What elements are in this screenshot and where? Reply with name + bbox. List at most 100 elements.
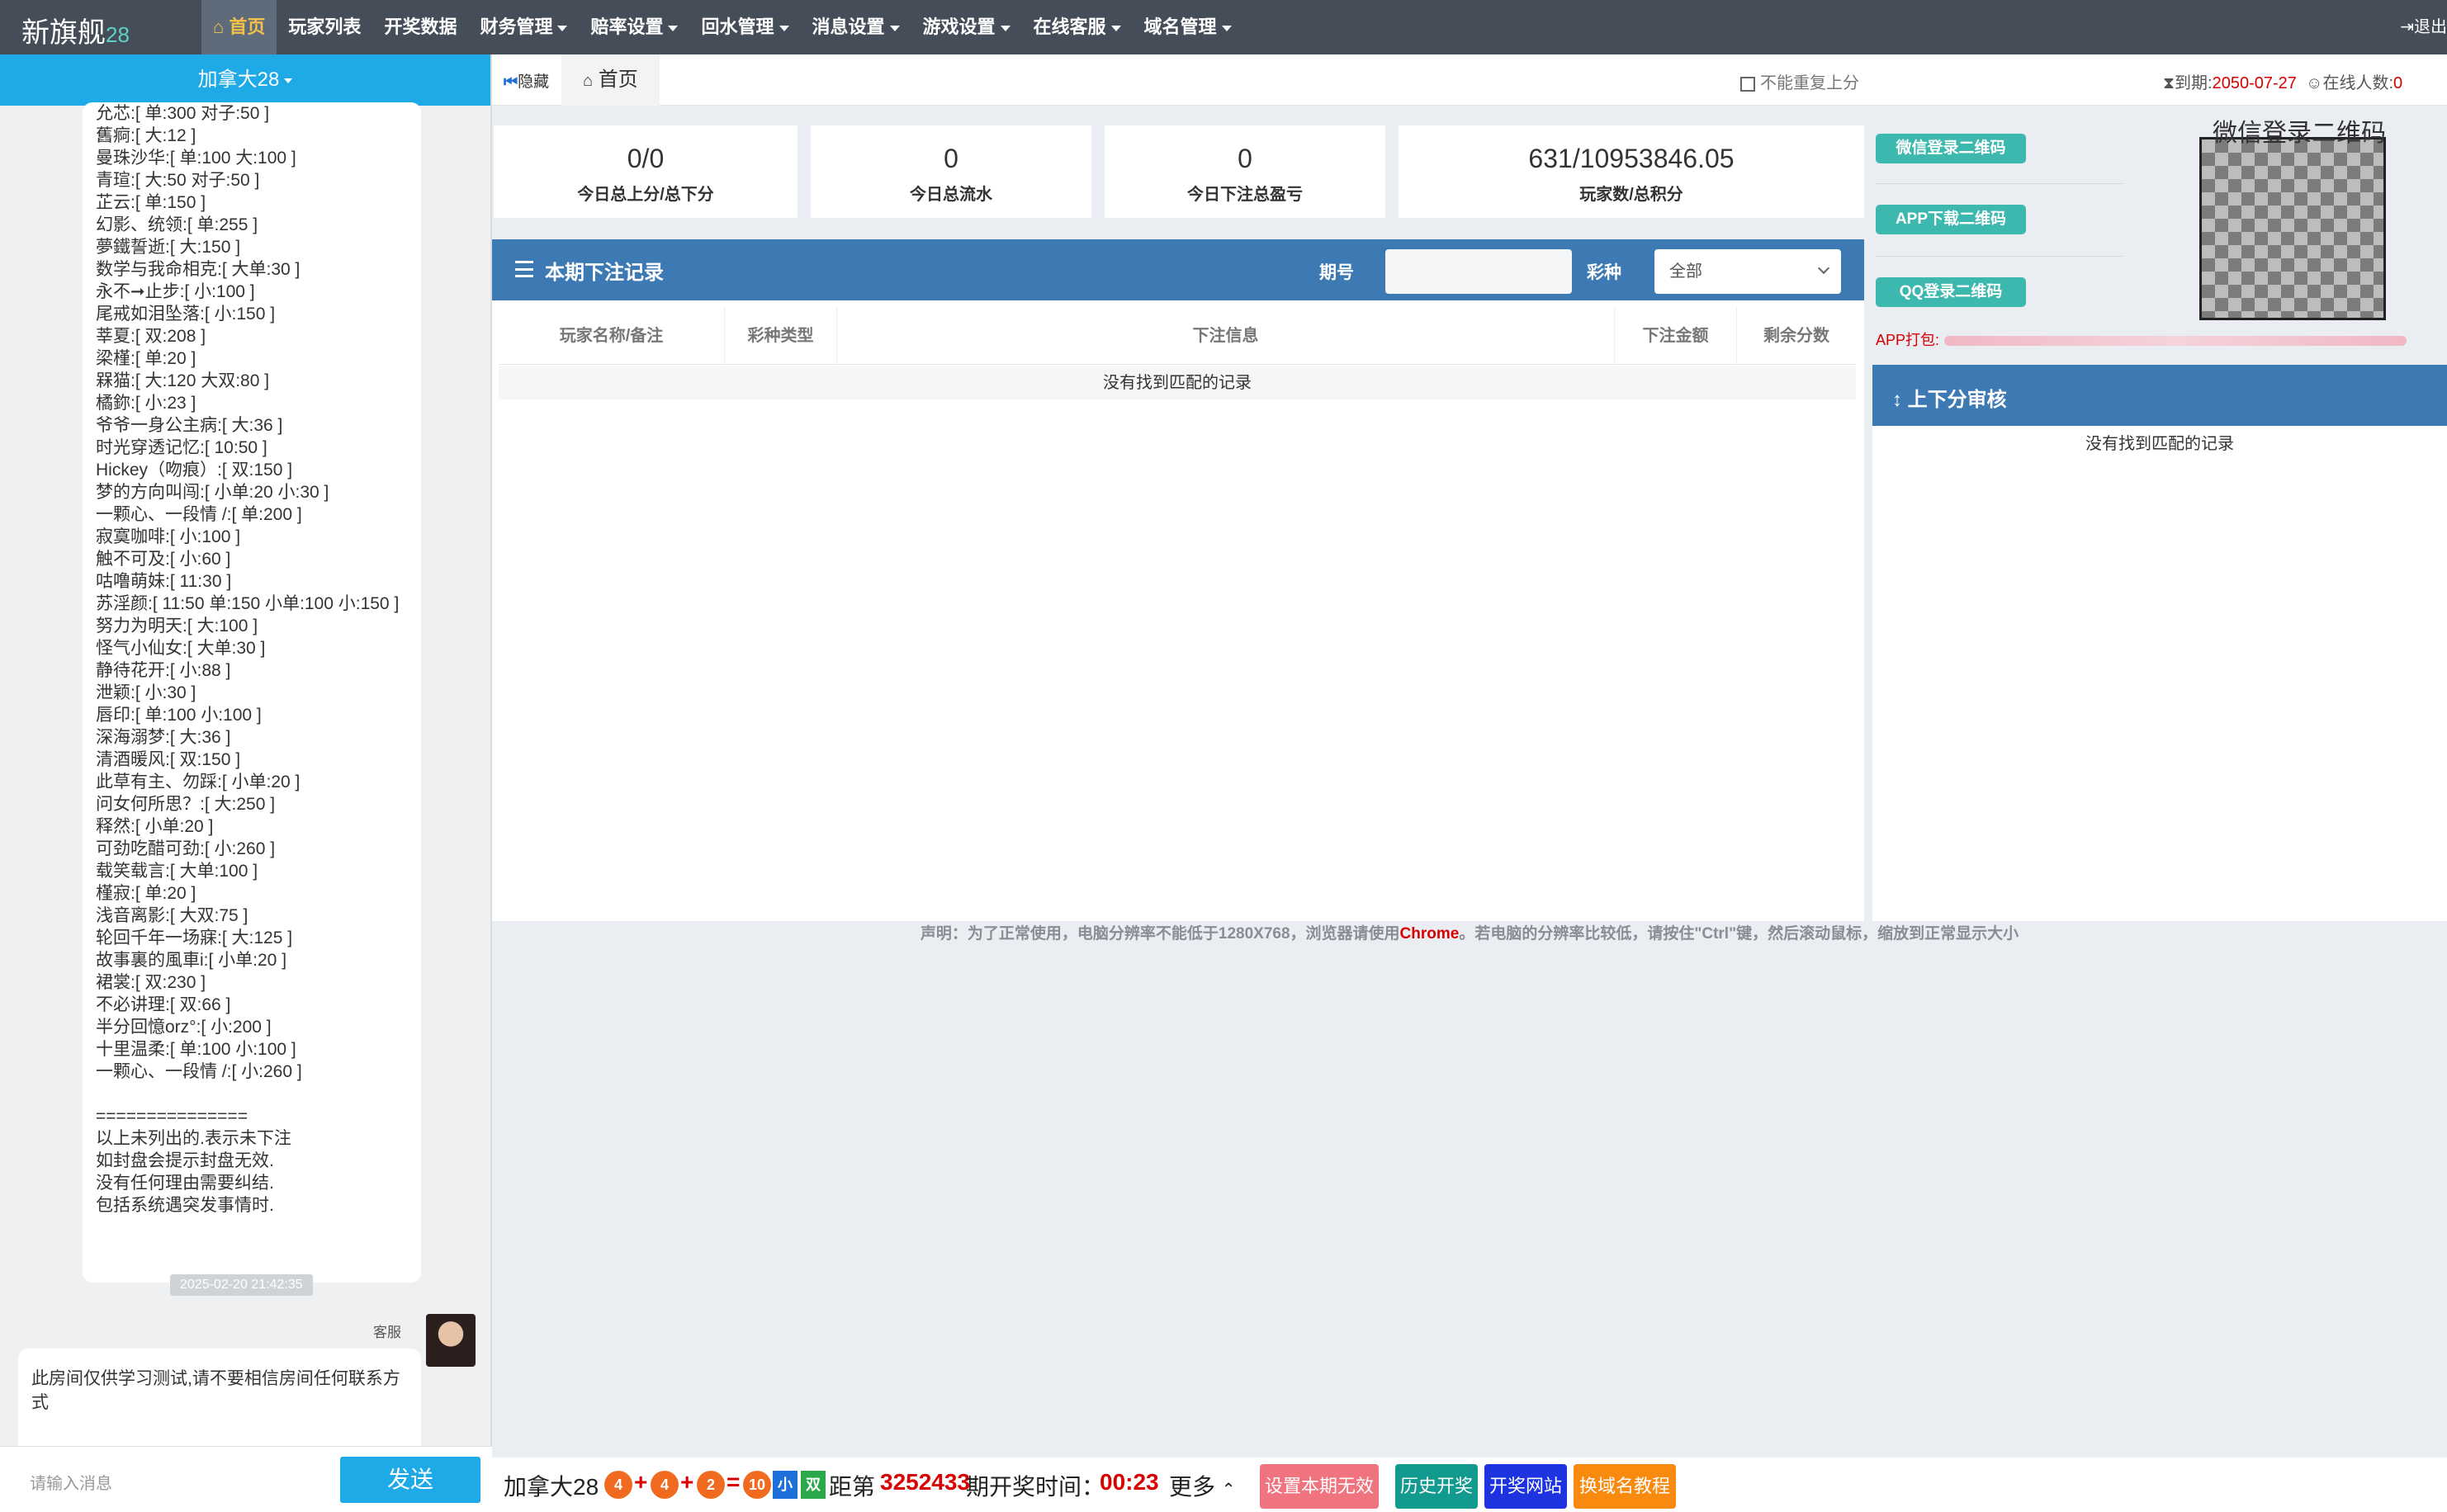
room-name: 加拿大28 bbox=[197, 69, 280, 91]
qq-qr-button[interactable]: QQ登录二维码 bbox=[1876, 277, 2026, 307]
browser-notice: 声明：为了正常使用，电脑分辨率不能低于1280X768，浏览器请使用Chrome… bbox=[492, 919, 2447, 949]
caret-down-icon bbox=[1110, 25, 1121, 31]
logout-link[interactable]: ⇥退出 bbox=[2400, 0, 2447, 54]
bet-line: 如封盘会提示封盘无效. bbox=[96, 1151, 274, 1170]
online-label: 在线人数: bbox=[2322, 74, 2394, 92]
column-remaining[interactable]: 剩余分数 bbox=[1737, 307, 1856, 365]
caret-down-icon bbox=[668, 25, 679, 31]
bet-line: 包括系统遇突发事情时. bbox=[96, 1196, 274, 1215]
column-player[interactable]: 玩家名称/备注 bbox=[499, 307, 725, 365]
bet-records-title: 本期下注记录 bbox=[545, 262, 664, 284]
room-selector[interactable]: 加拿大28 bbox=[0, 54, 490, 106]
app-qr-button[interactable]: APP下载二维码 bbox=[1876, 205, 2026, 234]
brand-number: 28 bbox=[106, 22, 130, 47]
chat-sidebar: 加拿大28 允芯:[ 单:300 对子:50 ] 舊痾:[ 大:12 ] 曼珠沙华:… bbox=[0, 54, 492, 1512]
notice-text: 声明：为了正常使用，电脑分辨率不能低于1280X768，浏览器请使用 bbox=[920, 925, 1400, 943]
bet-records-header: 本期下注记录 期号 彩种 全部 bbox=[492, 239, 1864, 300]
bet-line: 梁槿:[ 单:20 ] bbox=[96, 349, 196, 368]
nav-item-label: 首页 bbox=[229, 17, 266, 37]
bet-line: 此草有主、勿踩:[ 小单:20 ] bbox=[96, 773, 301, 791]
column-type[interactable]: 彩种类型 bbox=[725, 307, 837, 365]
history-button[interactable]: 历史开奖 bbox=[1395, 1464, 1478, 1509]
bet-line: Hickey（吻痕）:[ 双:150 ] bbox=[96, 461, 293, 480]
send-button[interactable]: 发送 bbox=[340, 1457, 480, 1503]
bet-line: 怪气小仙女:[ 大单:30 ] bbox=[96, 639, 266, 658]
hide-sidebar-button[interactable]: ⏮隐藏 bbox=[504, 69, 549, 92]
issue-input[interactable] bbox=[1385, 249, 1572, 294]
nav-item-8[interactable]: 在线客服 bbox=[1022, 0, 1133, 54]
bet-line: 一颗心、一段情 /:[ 小:260 ] bbox=[96, 1062, 302, 1081]
tab-home[interactable]: ⌂ 首页 bbox=[561, 54, 660, 106]
bet-line: 问女何所思？:[ 大:250 ] bbox=[96, 795, 276, 814]
caret-down-icon bbox=[1000, 25, 1011, 31]
caret-down-icon bbox=[779, 25, 789, 31]
draw-operator: = bbox=[727, 1469, 741, 1495]
nav-item-label: 游戏设置 bbox=[922, 17, 996, 37]
more-link[interactable]: 更多 ⌃ bbox=[1169, 1469, 1236, 1502]
nav-item-label: 玩家列表 bbox=[288, 17, 362, 37]
nav-item-7[interactable]: 游戏设置 bbox=[911, 0, 1022, 54]
bet-line: 载笑载言:[ 大单:100 ] bbox=[96, 862, 258, 881]
stat-value: 0 bbox=[944, 144, 958, 173]
bet-line: 深海溺梦:[ 大:36 ] bbox=[96, 728, 231, 747]
column-amount[interactable]: 下注金额 bbox=[1615, 307, 1737, 365]
draw-operator: + bbox=[634, 1469, 648, 1495]
nav-item-9[interactable]: 域名管理 bbox=[1133, 0, 1243, 54]
stat-card-flow: 0 今日总流水 bbox=[811, 125, 1091, 218]
size-tag: 小 bbox=[773, 1471, 798, 1499]
logout-label: 退出 bbox=[2414, 18, 2447, 36]
bet-line: 幻影、统领:[ 单:255 ] bbox=[96, 215, 258, 234]
nav-item-3[interactable]: 财务管理 bbox=[468, 0, 579, 54]
stat-label: 今日总流水 bbox=[910, 186, 992, 204]
draw-prefix: 距第 bbox=[829, 1474, 876, 1500]
bet-line: 橘鉨:[ 小:23 ] bbox=[96, 394, 196, 413]
stat-value: 0/0 bbox=[627, 144, 665, 173]
message-bar: 请输入消息 发送 bbox=[0, 1446, 492, 1512]
audit-title: ↕ 上下分审核 bbox=[1892, 383, 2007, 412]
no-repeat-label: 不能重复上分 bbox=[1760, 74, 1859, 92]
empty-row: 没有找到匹配的记录 bbox=[499, 366, 1856, 399]
wechat-qr-button[interactable]: 微信登录二维码 bbox=[1876, 134, 2026, 163]
nav-item-4[interactable]: 赔率设置 bbox=[579, 0, 689, 54]
bet-line: 数学与我命相克:[ 大单:30 ] bbox=[96, 260, 301, 279]
stat-label: 今日下注总盈亏 bbox=[1187, 186, 1303, 204]
blurred-link bbox=[1944, 336, 2407, 347]
draw-room-name: 加拿大28 bbox=[504, 1474, 599, 1500]
bet-line: 以上未列出的.表示未下注 bbox=[96, 1129, 291, 1148]
bet-line: 泄颖:[ 小:30 ] bbox=[96, 683, 196, 702]
nav-item-5[interactable]: 回水管理 bbox=[689, 0, 800, 54]
main-menu: ⌂ 首页 玩家列表 开奖数据 财务管理 赔率设置 回水管理 消息设置 游戏设置 在线客服 域名管理 bbox=[201, 0, 1243, 54]
bet-line: 舊痾:[ 大:12 ] bbox=[96, 126, 196, 145]
hourglass-icon: ⧗ bbox=[2163, 74, 2175, 92]
invalidate-issue-button[interactable]: 设置本期无效 bbox=[1260, 1464, 1379, 1509]
draw-ball: 4 bbox=[604, 1471, 632, 1499]
draw-ball: 4 bbox=[651, 1471, 679, 1499]
nav-item-0[interactable]: ⌂ 首页 bbox=[201, 0, 277, 54]
bet-line: 青瑄:[ 大:50 对子:50 ] bbox=[96, 171, 260, 190]
nav-item-label: 开奖数据 bbox=[384, 17, 457, 37]
caret-down-icon bbox=[1221, 25, 1232, 31]
bet-line: 寂寞咖啡:[ 小:100 ] bbox=[96, 527, 241, 546]
tab-home-label: 首页 bbox=[598, 69, 638, 91]
nav-item-1[interactable]: 玩家列表 bbox=[277, 0, 372, 54]
lottery-type-label: 彩种 bbox=[1587, 263, 1621, 282]
nav-item-2[interactable]: 开奖数据 bbox=[372, 0, 468, 54]
qr-area: 微信登录二维码 APP下载二维码 QQ登录二维码 微信登录二维码 APP打包: bbox=[1869, 120, 2447, 353]
audit-title-text: 上下分审核 bbox=[1907, 389, 2007, 411]
draw-site-button[interactable]: 开奖网站 bbox=[1484, 1464, 1567, 1509]
bet-line: 静待花开:[ 小:88 ] bbox=[96, 661, 231, 680]
bet-line: 清酒暖风:[ 双:150 ] bbox=[96, 750, 241, 769]
brand-logo[interactable]: 新旗舰28 bbox=[21, 10, 130, 50]
countdown-timer: 00:23 bbox=[1100, 1469, 1159, 1495]
draw-ball: 2 bbox=[697, 1471, 725, 1499]
nav-item-6[interactable]: 消息设置 bbox=[801, 0, 911, 54]
column-bet-info[interactable]: 下注信息 bbox=[837, 307, 1615, 365]
home-icon: ⌂ bbox=[213, 17, 230, 37]
bet-line: 轮回千年一场寐:[ 大:125 ] bbox=[96, 928, 293, 947]
lottery-type-select[interactable]: 全部 bbox=[1654, 249, 1841, 294]
domain-tutorial-button[interactable]: 换域名教程 bbox=[1574, 1464, 1676, 1509]
audit-empty-row: 没有找到匹配的记录 bbox=[2085, 435, 2234, 453]
message-input[interactable]: 请输入消息 bbox=[30, 1470, 112, 1494]
home-icon: ⌂ bbox=[583, 72, 594, 90]
no-repeat-checkbox[interactable]: 不能重复上分 bbox=[1740, 69, 1859, 93]
